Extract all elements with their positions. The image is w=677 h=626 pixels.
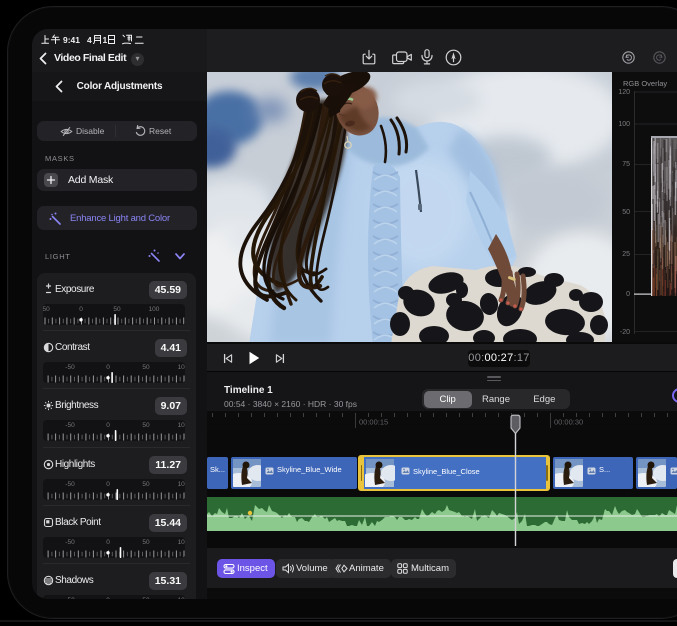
svg-text:0: 0 xyxy=(106,422,110,429)
svg-text:RGB Overlay: RGB Overlay xyxy=(623,79,667,88)
svg-text:4: 4 xyxy=(87,35,92,45)
svg-text:50: 50 xyxy=(142,422,150,429)
svg-text:100: 100 xyxy=(178,364,185,371)
svg-text:25: 25 xyxy=(622,251,630,258)
svg-text:75: 75 xyxy=(622,161,630,168)
svg-text:100: 100 xyxy=(178,539,185,546)
svg-text:50: 50 xyxy=(142,481,150,488)
svg-text:0: 0 xyxy=(79,306,83,313)
svg-text:100: 100 xyxy=(178,597,185,599)
svg-text:00:00:15: 00:00:15 xyxy=(359,418,388,427)
svg-text:9:41: 9:41 xyxy=(63,35,80,45)
svg-text:0: 0 xyxy=(106,364,110,371)
svg-text:50: 50 xyxy=(142,364,150,371)
svg-text:100: 100 xyxy=(178,481,185,488)
svg-text:0: 0 xyxy=(106,539,110,546)
svg-text:1: 1 xyxy=(103,35,108,45)
svg-text:100: 100 xyxy=(149,306,160,313)
svg-text:-50: -50 xyxy=(65,481,75,488)
svg-text:50: 50 xyxy=(142,539,150,546)
svg-text:0: 0 xyxy=(626,291,630,298)
svg-text:100: 100 xyxy=(178,422,185,429)
svg-text:-50: -50 xyxy=(65,597,75,599)
svg-text:00:00:30: 00:00:30 xyxy=(554,418,583,427)
svg-text:-50: -50 xyxy=(43,306,50,313)
svg-text:120: 120 xyxy=(618,89,630,96)
svg-text:-50: -50 xyxy=(65,364,75,371)
svg-text:100: 100 xyxy=(618,121,630,128)
svg-text:0: 0 xyxy=(106,597,110,599)
svg-text:50: 50 xyxy=(622,209,630,216)
svg-text:50: 50 xyxy=(142,597,150,599)
svg-text:-50: -50 xyxy=(65,422,75,429)
svg-text:0: 0 xyxy=(106,481,110,488)
svg-text:-50: -50 xyxy=(65,539,75,546)
svg-text:50: 50 xyxy=(113,306,121,313)
svg-text:-20: -20 xyxy=(620,329,630,336)
